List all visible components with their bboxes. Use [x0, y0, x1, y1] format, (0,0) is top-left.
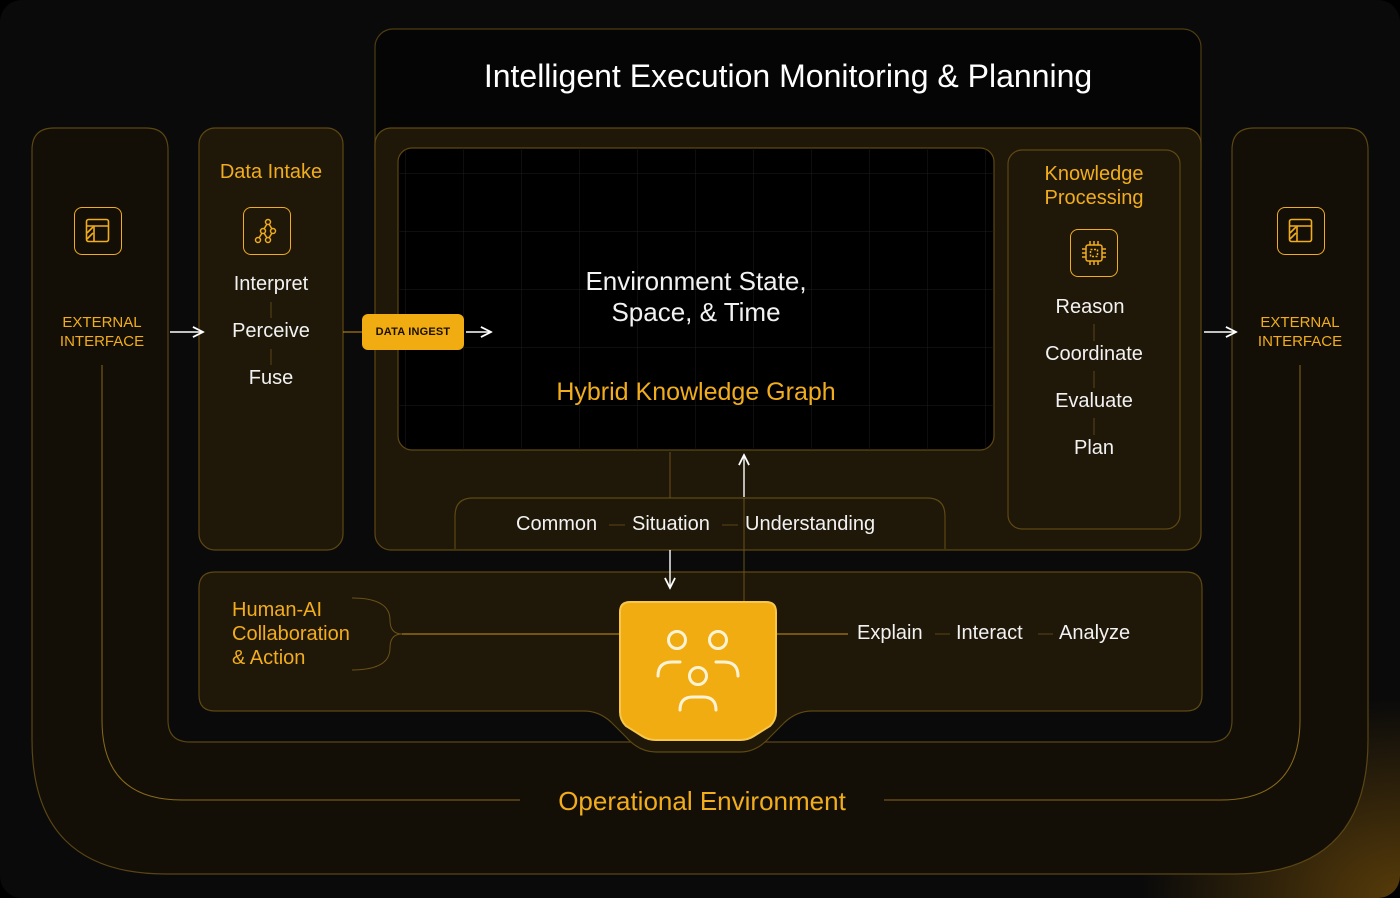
- data-intake-heading: Data Intake: [219, 161, 323, 183]
- csu-situation: Situation: [632, 513, 710, 535]
- human-ai-heading: Human-AI Collaboration & Action: [232, 599, 350, 669]
- step-fuse: Fuse: [248, 367, 294, 389]
- step-perceive: Perceive: [232, 320, 310, 342]
- external-interface-right: EXTERNAL INTERFACE: [1257, 314, 1343, 350]
- action-interact: Interact: [956, 622, 1023, 644]
- external-interface-left: EXTERNAL INTERFACE: [59, 314, 145, 350]
- human-ai-tile: [619, 601, 777, 741]
- step-evaluate: Evaluate: [1055, 390, 1133, 412]
- hybrid-knowledge-graph-label: Hybrid Knowledge Graph: [556, 378, 836, 406]
- step-coordinate: Coordinate: [1045, 343, 1143, 365]
- environment-state-label: Environment State, Space, & Time: [585, 266, 807, 327]
- table-icon: [74, 207, 122, 255]
- csu-common: Common: [516, 513, 598, 535]
- table-icon: [1277, 207, 1325, 255]
- action-analyze: Analyze: [1059, 622, 1131, 644]
- operational-environment-label: Operational Environment: [558, 786, 846, 816]
- diagram-lines: [31, 28, 1369, 875]
- step-reason: Reason: [1055, 296, 1125, 318]
- step-plan: Plan: [1073, 437, 1115, 459]
- page-title: Intelligent Execution Monitoring & Plann…: [483, 58, 1093, 94]
- knowledge-processing-heading: Knowledge Processing: [1044, 163, 1144, 209]
- action-explain: Explain: [857, 622, 923, 644]
- chip-icon: [1070, 229, 1118, 277]
- csu-understanding: Understanding: [745, 513, 876, 535]
- step-interpret: Interpret: [233, 273, 309, 295]
- graph-nodes-icon: [243, 207, 291, 255]
- diagram-canvas: Intelligent Execution Monitoring & Plann…: [0, 0, 1400, 898]
